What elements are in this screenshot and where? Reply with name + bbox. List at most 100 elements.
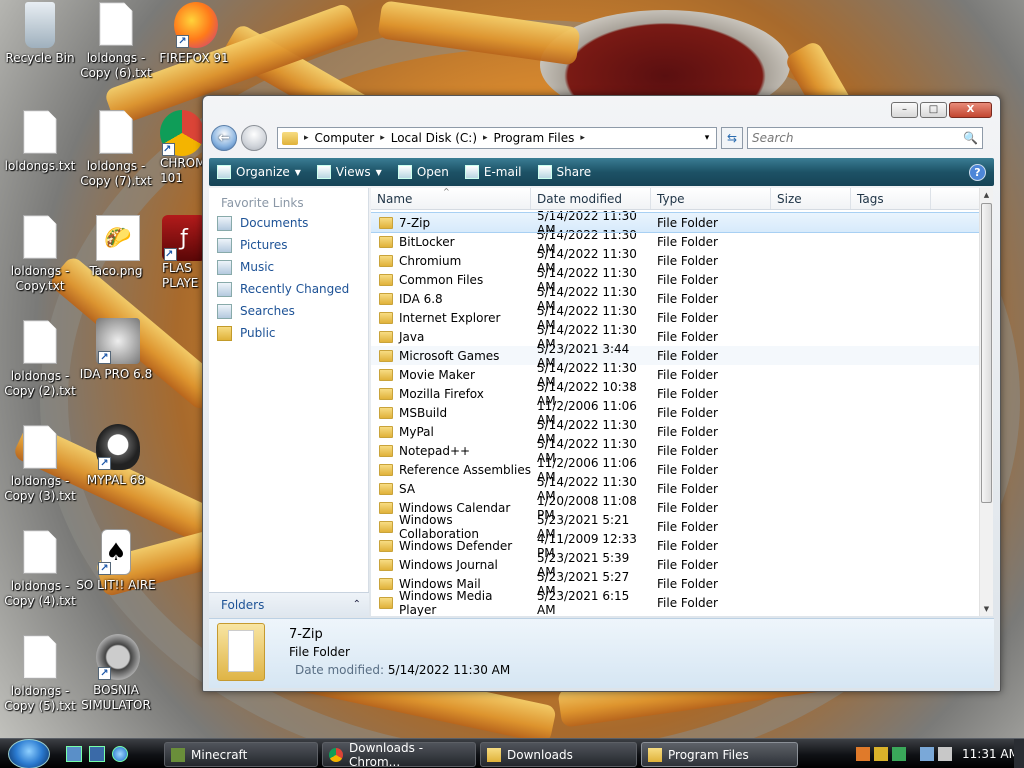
- file-row[interactable]: Java 5/14/2022 11:30 AM File Folder: [371, 323, 979, 351]
- file-row[interactable]: SA 5/14/2022 11:30 AM File Folder: [371, 475, 979, 503]
- file-row[interactable]: Reference Assemblies 11/2/2006 11:06 AM Fi…: [371, 456, 979, 484]
- address-bar[interactable]: ▸ Computer ▸ Local Disk (C:) ▸ Program F…: [277, 127, 717, 149]
- file-row[interactable]: Notepad++ 5/14/2022 11:30 AM File Folder: [371, 437, 979, 465]
- desktop-icon-loldongs-copy-2[interactable]: loldongs - Copy (2).txt: [0, 320, 80, 399]
- desktop-icon-solitaire[interactable]: ♠ ↗ SO LIT!! AIRE: [76, 529, 156, 593]
- folders-toggle[interactable]: Folders ⌃: [209, 592, 369, 616]
- nav-link-public[interactable]: Public: [209, 322, 368, 344]
- refresh-button[interactable]: ⇆: [721, 127, 743, 149]
- desktop-icon-mypal[interactable]: ↗ MYPAL 68: [76, 424, 156, 488]
- email-button[interactable]: E-mail: [457, 158, 530, 186]
- views-button[interactable]: Views ▼: [309, 158, 390, 186]
- column-name[interactable]: Name ^: [371, 188, 531, 209]
- search-icon[interactable]: 🔍: [963, 131, 978, 145]
- nav-link-music[interactable]: Music: [209, 256, 368, 278]
- breadcrumb-separator[interactable]: ▸: [483, 133, 488, 143]
- column-size[interactable]: Size: [771, 188, 851, 209]
- search-input[interactable]: Search 🔍: [747, 127, 983, 149]
- breadcrumb-separator[interactable]: ▸: [304, 133, 309, 143]
- file-row[interactable]: Mozilla Firefox 5/14/2022 10:38 AM File Fo…: [371, 380, 979, 408]
- folder-icon: [487, 747, 501, 762]
- desktop-icon-label: CHROM 101: [160, 156, 204, 185]
- nav-link-searches[interactable]: Searches: [209, 300, 368, 322]
- file-row[interactable]: Internet Explorer 5/14/2022 11:30 AM File …: [371, 304, 979, 332]
- desktop-icon-loldongs-copy-5[interactable]: loldongs - Copy (5).txt: [0, 635, 80, 714]
- minimize-button[interactable]: –: [891, 102, 918, 118]
- file-row[interactable]: MSBuild 11/2/2006 11:06 AM File Folder: [371, 399, 979, 427]
- start-button[interactable]: [8, 739, 50, 768]
- column-type[interactable]: Type: [651, 188, 771, 209]
- help-icon[interactable]: ?: [969, 163, 986, 181]
- file-type-cell: File Folder: [657, 291, 718, 306]
- taskbar-item-downloads-chrome[interactable]: Downloads - Chrom...: [322, 741, 476, 768]
- taskbar-item-label: Program Files: [668, 747, 749, 762]
- desktop-icon-taco[interactable]: 🌮 Taco.png: [76, 215, 156, 279]
- shortcut-arrow-icon: ↗: [98, 457, 111, 470]
- tray-app-icon[interactable]: [874, 747, 888, 761]
- file-row[interactable]: Windows Defender 4/11/2009 12:33 PM File F…: [371, 532, 979, 560]
- vertical-scrollbar[interactable]: ▲ ▼: [979, 188, 993, 616]
- nav-link-recently-changed[interactable]: Recently Changed: [209, 278, 368, 300]
- file-row[interactable]: IDA 6.8 5/14/2022 11:30 AM File Folder: [371, 285, 979, 313]
- file-row[interactable]: Movie Maker 5/14/2022 11:30 AM File Folder: [371, 361, 979, 389]
- nav-link-pictures[interactable]: Pictures: [209, 234, 368, 256]
- internet-explorer-icon[interactable]: [112, 746, 128, 762]
- file-row[interactable]: Common Files 5/14/2022 11:30 AM File Folde…: [371, 266, 979, 294]
- desktop-icon-loldongs[interactable]: loldongs.txt: [0, 110, 80, 174]
- breadcrumb-separator[interactable]: ▸: [380, 133, 385, 143]
- file-row[interactable]: Chromium 5/14/2022 11:30 AM File Folder: [371, 247, 979, 275]
- file-name-cell: Chromium: [371, 254, 531, 268]
- details-date-label: Date modified:: [295, 663, 385, 677]
- desktop-icon-flash-player[interactable]: ƒ ↗ FLAS PLAYE: [154, 215, 202, 291]
- close-button[interactable]: X: [949, 102, 992, 118]
- column-tags[interactable]: Tags: [851, 188, 931, 209]
- volume-muted-icon[interactable]: [938, 747, 952, 761]
- taskbar-item-program-files[interactable]: Program Files: [641, 742, 798, 767]
- desktop-icon-loldongs-copy-7[interactable]: loldongs - Copy (7).txt: [76, 110, 156, 189]
- show-desktop-button[interactable]: [1014, 739, 1024, 768]
- file-row[interactable]: 7-Zip 5/14/2022 11:30 AM File Folder: [371, 209, 980, 237]
- scroll-up-icon[interactable]: ▲: [980, 188, 993, 202]
- file-row[interactable]: Microsoft Games 5/23/2021 3:44 AM File Fol…: [371, 342, 979, 370]
- clock[interactable]: 11:31 AM: [962, 747, 1019, 761]
- file-list: Name ^ Date modified Type Size Tags 7-Zip…: [371, 188, 993, 616]
- taskbar-item-minecraft[interactable]: Minecraft: [164, 742, 318, 767]
- breadcrumb-local-disk[interactable]: Local Disk (C:): [391, 131, 477, 145]
- desktop-icon-loldongs-copy-3[interactable]: loldongs - Copy (3).txt: [0, 425, 80, 504]
- desktop-icon-chrome[interactable]: ↗ CHROM 101: [154, 110, 204, 186]
- open-button[interactable]: Open: [390, 158, 457, 186]
- file-row[interactable]: MyPal 5/14/2022 11:30 AM File Folder: [371, 418, 979, 446]
- desktop-icon-recycle-bin[interactable]: Recycle Bin: [0, 2, 80, 66]
- file-row[interactable]: Windows Media Player 5/23/2021 6:15 AM Fil…: [371, 589, 979, 616]
- taskbar-item-downloads[interactable]: Downloads: [480, 742, 637, 767]
- desktop-icon-firefox[interactable]: ↗ FIREFOX 91: [154, 2, 234, 66]
- folder-icon: [379, 482, 393, 495]
- tray-app-icon[interactable]: [892, 747, 906, 761]
- organize-button[interactable]: Organize ▼: [209, 158, 309, 186]
- file-row[interactable]: Windows Collaboration 5/23/2021 5:21 AM Fi…: [371, 513, 979, 541]
- network-icon[interactable]: [920, 747, 934, 761]
- desktop-icon-bosnia-simulator[interactable]: ↗ BOSNIA SIMULATOR: [76, 634, 156, 713]
- column-date-modified[interactable]: Date modified: [531, 188, 651, 209]
- maximize-button[interactable]: □: [920, 102, 947, 118]
- file-row[interactable]: BitLocker 5/14/2022 11:30 AM File Folder: [371, 228, 979, 256]
- file-row[interactable]: Windows Journal 5/23/2021 5:39 AM File Fol…: [371, 551, 979, 579]
- breadcrumb-computer[interactable]: Computer: [315, 131, 375, 145]
- scroll-down-icon[interactable]: ▼: [980, 602, 993, 616]
- address-dropdown-icon[interactable]: ▾: [698, 133, 716, 143]
- back-button[interactable]: ←: [211, 125, 237, 151]
- nav-link-documents[interactable]: Documents: [209, 212, 368, 234]
- scrollbar-thumb[interactable]: [981, 203, 992, 503]
- breadcrumb-separator[interactable]: ▸: [580, 133, 585, 143]
- share-button[interactable]: Share: [530, 158, 600, 186]
- switch-windows-icon[interactable]: [89, 746, 105, 762]
- tray-app-icon[interactable]: [856, 747, 870, 761]
- forward-button[interactable]: [241, 125, 267, 151]
- desktop-icon-loldongs-copy[interactable]: loldongs - Copy.txt: [0, 215, 80, 294]
- desktop-icon-label: FLAS PLAYE: [162, 261, 199, 290]
- desktop-icon-ida-pro[interactable]: ↗ IDA PRO 6.8: [76, 318, 156, 382]
- desktop-icon-loldongs-copy-4[interactable]: loldongs - Copy (4).txt: [0, 530, 80, 609]
- breadcrumb-program-files[interactable]: Program Files: [494, 131, 575, 145]
- show-desktop-icon[interactable]: [66, 746, 82, 762]
- desktop-icon-loldongs-copy-6[interactable]: loldongs - Copy (6).txt: [76, 2, 156, 81]
